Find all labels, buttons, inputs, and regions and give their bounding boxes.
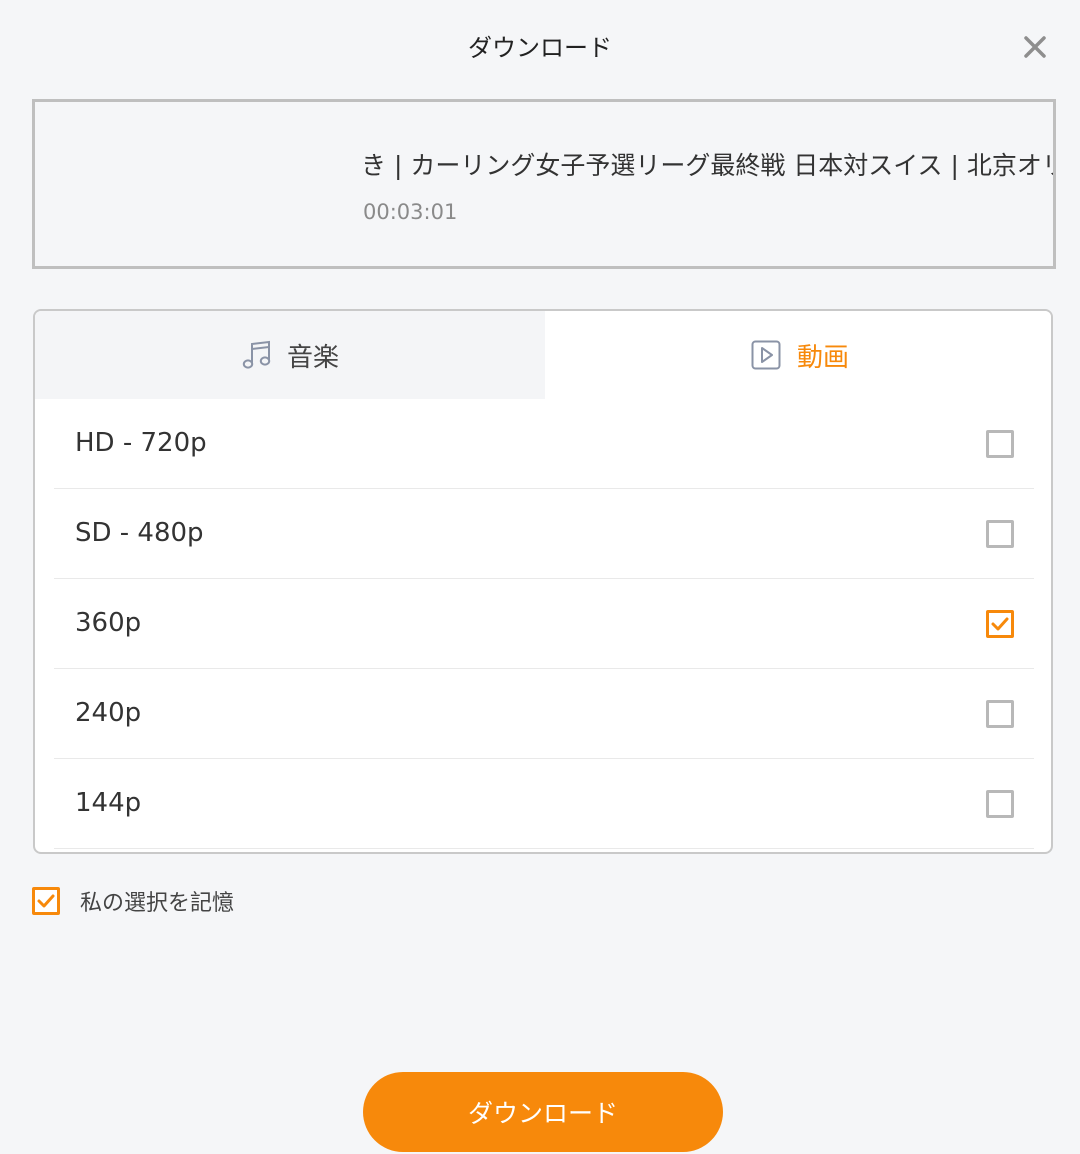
close-icon: [1024, 36, 1046, 58]
tab-music[interactable]: 音楽: [35, 311, 545, 399]
quality-checkbox[interactable]: [986, 790, 1014, 818]
video-title: き | カーリング女子予選リーグ最終戦 日本対スイス | 北京オリン: [361, 151, 1056, 180]
quality-option-144p[interactable]: 144p: [54, 759, 1034, 849]
quality-option-240p[interactable]: 240p: [54, 669, 1034, 759]
checkmark-icon: [991, 617, 1009, 631]
checkmark-icon: [37, 894, 55, 908]
quality-option-720p[interactable]: HD - 720p: [54, 399, 1034, 489]
remember-checkbox[interactable]: [32, 887, 60, 915]
format-panel: 音楽 動画 HD - 720p SD - 480p 360p 240p 144p: [33, 309, 1053, 854]
quality-checkbox[interactable]: [986, 430, 1014, 458]
video-duration: 00:03:01: [363, 200, 458, 224]
tab-music-label: 音楽: [286, 342, 339, 373]
quality-list: HD - 720p SD - 480p 360p 240p 144p: [54, 399, 1034, 849]
quality-option-360p[interactable]: 360p: [54, 579, 1034, 669]
quality-option-480p[interactable]: SD - 480p: [54, 489, 1034, 579]
quality-checkbox[interactable]: [986, 700, 1014, 728]
quality-label: 360p: [75, 608, 142, 638]
remember-label: 私の選択を記憶: [80, 891, 235, 916]
download-button[interactable]: ダウンロード: [363, 1072, 723, 1152]
quality-label: 144p: [75, 788, 142, 818]
tab-video[interactable]: 動画: [545, 311, 1051, 399]
remember-choice[interactable]: 私の選択を記憶: [32, 885, 234, 917]
quality-label: HD - 720p: [75, 428, 207, 458]
quality-checkbox[interactable]: [986, 610, 1014, 638]
dialog-title: ダウンロード: [468, 34, 612, 62]
quality-label: 240p: [75, 698, 142, 728]
tab-video-label: 動画: [796, 342, 849, 373]
video-info-card: き | カーリング女子予選リーグ最終戦 日本対スイス | 北京オリン 00:03…: [32, 99, 1056, 269]
close-button[interactable]: [1018, 30, 1052, 64]
music-note-icon: [241, 339, 273, 371]
quality-label: SD - 480p: [75, 518, 204, 548]
video-play-icon: [751, 340, 781, 370]
quality-checkbox[interactable]: [986, 520, 1014, 548]
